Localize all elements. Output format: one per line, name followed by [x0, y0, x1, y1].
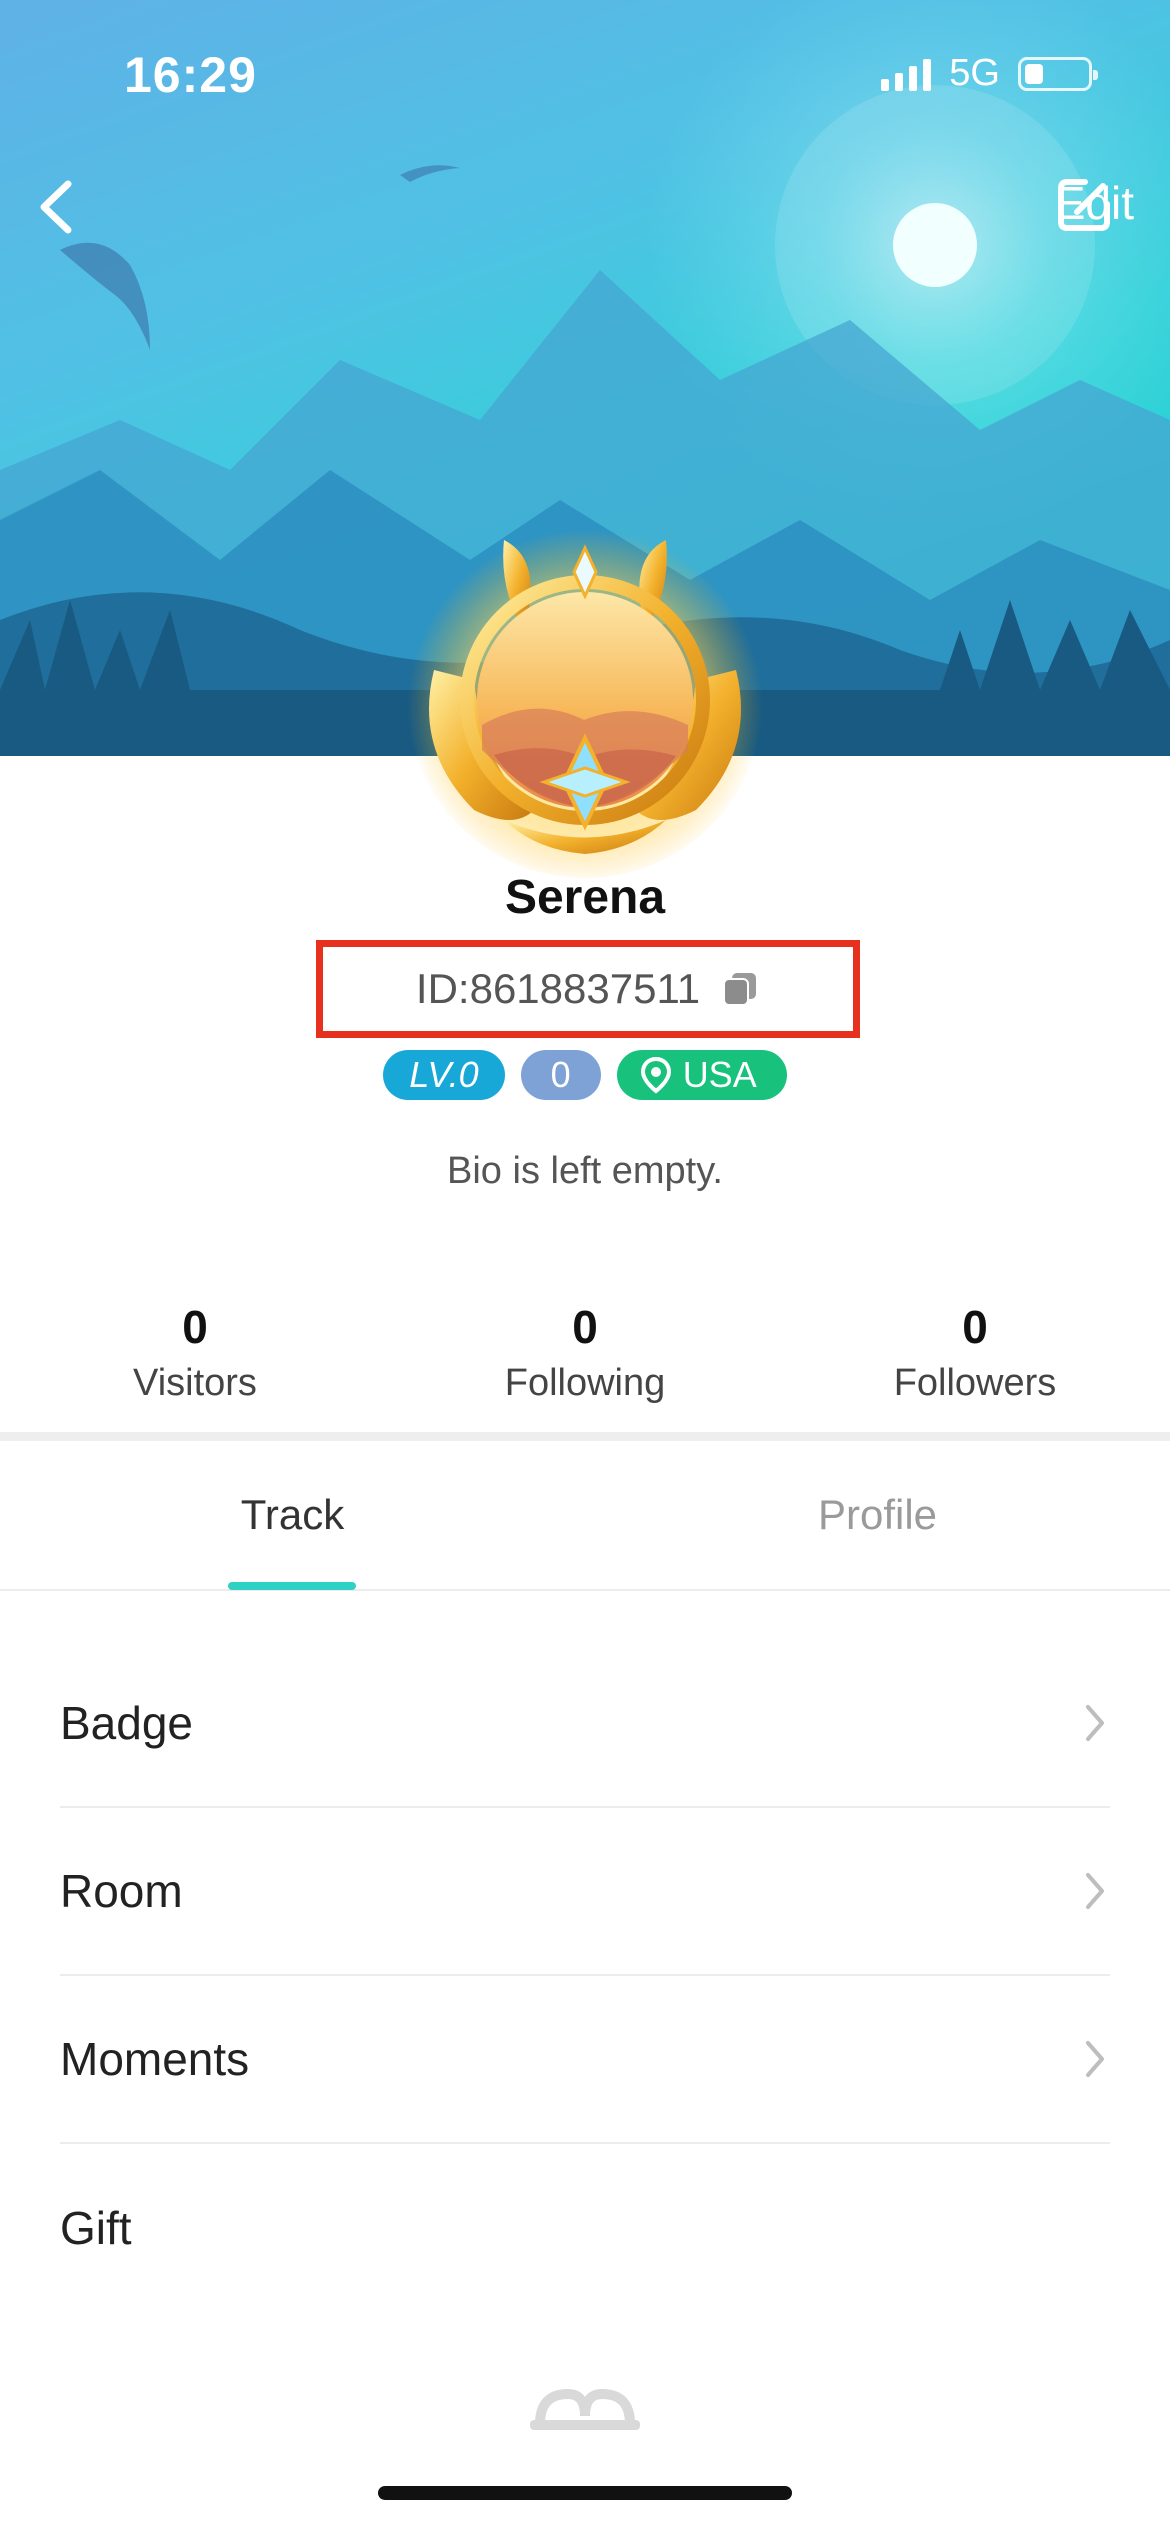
stat-label: Visitors: [133, 1362, 257, 1404]
edit-button[interactable]: Edit: [1055, 176, 1134, 231]
list-item-label: Badge: [60, 1697, 194, 1749]
location-label: USA: [682, 1054, 757, 1095]
location-pin-icon: [640, 1056, 671, 1094]
avatar[interactable]: [404, 520, 766, 882]
user-name: Serena: [504, 871, 666, 924]
home-indicator: [378, 2486, 792, 2500]
tab-profile[interactable]: Profile: [585, 1441, 1170, 1589]
user-id-row: ID:8618837511: [316, 950, 860, 1028]
list-item-label: Gift: [60, 2202, 132, 2254]
stat-followers[interactable]: 0 Followers: [780, 1300, 1170, 1405]
level-badge: LV.0: [383, 1050, 505, 1100]
chevron-right-icon: [1086, 1705, 1104, 1741]
chevron-left-icon: [40, 180, 72, 234]
network-type: 5G: [949, 52, 1000, 94]
list-item-label: Room: [60, 1865, 183, 1917]
list-item-badge[interactable]: Badge: [60, 1640, 1110, 1808]
list-item-gift[interactable]: Gift: [60, 2144, 1110, 2312]
battery-icon: [1018, 56, 1098, 91]
chevron-right-icon: [1086, 1873, 1104, 1909]
stat-visitors[interactable]: 0 Visitors: [0, 1300, 390, 1405]
status-time: 16:29: [124, 47, 257, 103]
stat-value: 0: [572, 1301, 598, 1353]
stat-following[interactable]: 0 Following: [390, 1300, 780, 1405]
stat-value: 0: [962, 1301, 988, 1353]
location-badge: USA: [616, 1050, 787, 1100]
avatar-frame: [407, 522, 763, 878]
stats-row: 0 Visitors 0 Following 0 Followers: [0, 1300, 1170, 1405]
stat-label: Followers: [893, 1362, 1057, 1404]
profile-badges: LV.0 0 USA: [0, 1050, 1170, 1100]
copy-icon[interactable]: [720, 969, 760, 1009]
track-list: Badge Room Moments Gift: [60, 1640, 1110, 2312]
active-tab-indicator: [228, 1582, 356, 1590]
tab-track[interactable]: Track: [0, 1441, 585, 1589]
list-item-label: Moments: [60, 2033, 250, 2085]
list-item-moments[interactable]: Moments: [60, 1976, 1110, 2144]
profile-tabs: Track Profile: [0, 1441, 1170, 1591]
user-id: ID:8618837511: [415, 965, 701, 1012]
bio-text: Bio is left empty.: [447, 1150, 723, 1192]
back-button[interactable]: [30, 172, 90, 242]
status-indicators: 5G: [881, 52, 1098, 95]
chevron-right-icon: [1086, 2041, 1104, 2077]
signal-icon: [881, 57, 932, 91]
edit-square-icon: [1057, 179, 1110, 231]
section-divider: [0, 1432, 1170, 1441]
list-item-room[interactable]: Room: [60, 1808, 1110, 1976]
count-badge: 0: [520, 1050, 601, 1100]
profile-screen: 16:29 5G Edit Serena ID:8618837511 LV.0 …: [0, 0, 1170, 2532]
gift-icon: [530, 2388, 640, 2430]
stat-value: 0: [182, 1301, 208, 1353]
stat-label: Following: [504, 1362, 666, 1404]
